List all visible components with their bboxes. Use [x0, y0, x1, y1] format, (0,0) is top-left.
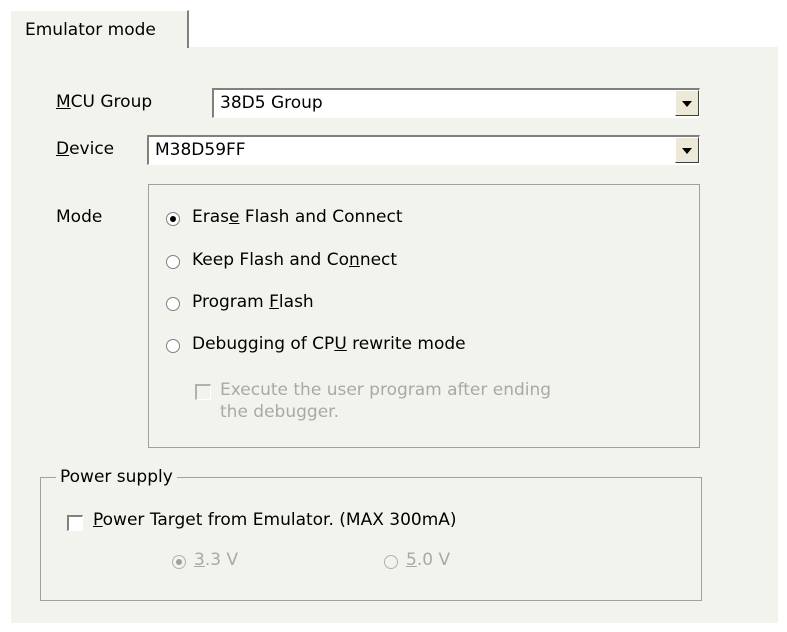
mcu-group-dropdown[interactable]: 38D5 Group: [212, 88, 700, 118]
device-dropdown[interactable]: M38D59FF: [147, 135, 700, 165]
tab-label: Emulator mode: [25, 20, 156, 40]
chevron-down-icon[interactable]: [675, 90, 699, 116]
mcu-group-label: MCU Group: [56, 92, 153, 112]
radio-5-0v[interactable]: [384, 555, 398, 569]
mode-label: Mode: [56, 207, 103, 227]
power-target-checkbox[interactable]: [67, 515, 83, 531]
radio-label-3-3v: 3.3 V: [194, 550, 239, 570]
radio-debug-cpu-rewrite[interactable]: [166, 339, 180, 353]
tab-emulator-mode[interactable]: Emulator mode: [10, 10, 189, 48]
execute-after-debugger-label: Execute the user program after ending th…: [220, 380, 552, 422]
radio-label-keep-flash-connect: Keep Flash and Connect: [192, 250, 398, 270]
mcu-group-value: 38D5 Group: [220, 93, 323, 113]
power-supply-legend: Power supply: [56, 467, 177, 487]
radio-label-program-flash: Program Flash: [192, 292, 314, 312]
chevron-down-icon[interactable]: [675, 137, 699, 163]
radio-keep-flash-connect[interactable]: [166, 255, 180, 269]
execute-after-debugger-checkbox[interactable]: [195, 384, 211, 400]
radio-label-debug-cpu-rewrite: Debugging of CPU rewrite mode: [192, 334, 466, 354]
radio-3-3v[interactable]: [172, 555, 186, 569]
radio-label-5-0v: 5.0 V: [406, 550, 451, 570]
radio-label-erase-flash-connect: Erase Flash and Connect: [192, 207, 403, 227]
device-label: Device: [56, 139, 115, 159]
radio-program-flash[interactable]: [166, 297, 180, 311]
radio-erase-flash-connect[interactable]: [166, 212, 180, 226]
power-supply-group: [40, 477, 702, 601]
power-target-label: Power Target from Emulator. (MAX 300mA): [93, 510, 457, 530]
device-value: M38D59FF: [155, 140, 246, 160]
